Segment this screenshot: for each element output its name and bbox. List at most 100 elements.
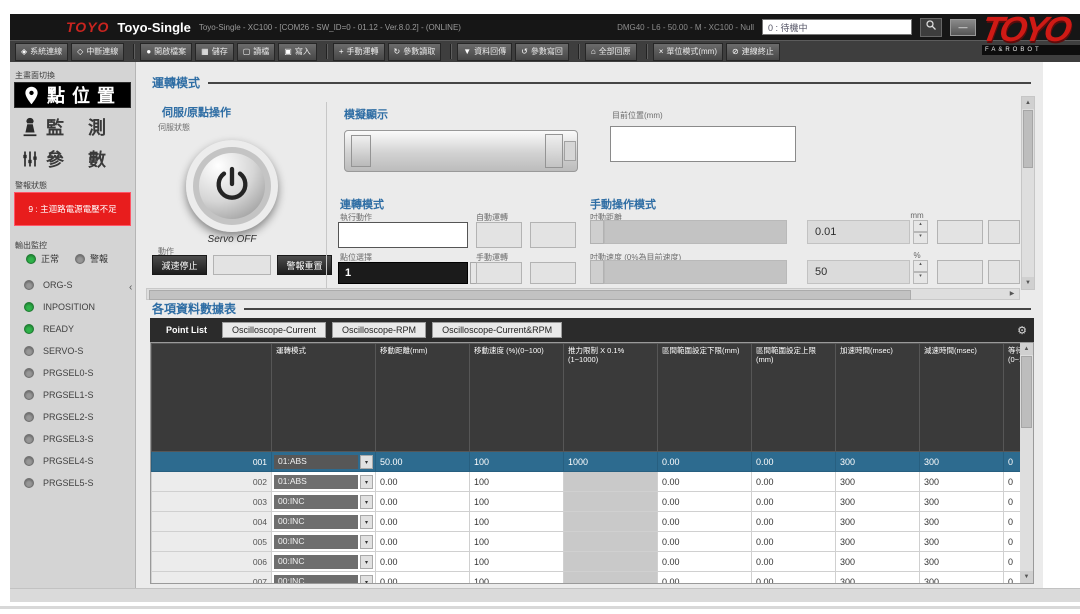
jog-distance-disabled-stepper[interactable] [590,220,604,244]
auto-run-button-1[interactable] [476,222,522,248]
table-scrollbar[interactable]: ▲ ▼ [1020,343,1033,583]
speed-cell[interactable]: 100 [470,532,564,552]
scrollbar-thumb[interactable] [149,290,911,300]
toolbar-button[interactable]: ▣ 寫入 [278,43,317,61]
mode-dropdown[interactable]: 01:ABS [274,475,358,489]
tab[interactable]: Point List [157,323,216,337]
scroll-down-icon[interactable]: ▼ [1022,277,1034,289]
mode-dropdown-arrow-icon[interactable] [360,575,373,584]
mode-dropdown[interactable]: 00:INC [274,535,358,549]
spin-down-icon[interactable]: ▾ [913,272,928,284]
accel-cell[interactable]: 300 [836,472,920,492]
scroll-right-icon[interactable]: ▶ [1006,289,1018,299]
table-row[interactable]: 007 00:INC 0.00 100 0.00 0.0 [152,572,1035,584]
accel-cell[interactable]: 300 [836,452,920,472]
current-position-field[interactable] [610,126,796,162]
toolbar-button[interactable]: ↺ 參數寫回 [515,43,569,61]
jog-distance-spinner[interactable]: ▴ ▾ [913,220,928,244]
servo-power-button[interactable] [186,140,278,232]
mode-dropdown-arrow-icon[interactable] [360,535,373,549]
decel-cell[interactable]: 300 [920,472,1004,492]
toolbar-button[interactable]: ⊘ 連線終止 [726,43,780,61]
gear-icon[interactable]: ⚙ [1017,324,1027,337]
mode-cell[interactable]: 00:INC [272,492,376,512]
decel-cell[interactable]: 300 [920,452,1004,472]
scroll-up-icon[interactable]: ▲ [1020,343,1033,355]
tab[interactable]: Oscilloscope-Current&RPM [432,322,562,338]
mode-dropdown[interactable]: 00:INC [274,575,358,584]
range-low-cell[interactable]: 0.00 [658,532,752,552]
scrollbar-thumb[interactable] [1023,110,1033,168]
range-low-cell[interactable]: 0.00 [658,552,752,572]
accel-cell[interactable]: 300 [836,572,920,584]
thrust-cell[interactable] [564,572,658,584]
decel-cell[interactable]: 300 [920,492,1004,512]
range-high-cell[interactable]: 0.00 [752,532,836,552]
speed-cell[interactable]: 100 [470,452,564,472]
thrust-cell[interactable] [564,512,658,532]
range-low-cell[interactable]: 0.00 [658,492,752,512]
tab[interactable]: Oscilloscope-RPM [332,322,426,338]
range-high-cell[interactable]: 0.00 [752,492,836,512]
exec-action-field[interactable] [338,222,468,248]
jog-speed-minus-button[interactable] [937,260,983,284]
manual-run-button-2[interactable] [530,262,576,284]
toolbar-button[interactable]: ◈ 系統連線 [15,43,68,61]
thrust-cell[interactable] [564,552,658,572]
mode-dropdown-arrow-icon[interactable] [360,515,373,529]
speed-cell[interactable]: 100 [470,512,564,532]
thrust-cell[interactable]: 1000 [564,452,658,472]
point-select-dropdown[interactable]: 1 [338,262,468,284]
distance-cell[interactable]: 0.00 [376,572,470,584]
mode-cell[interactable]: 01:ABS [272,472,376,492]
range-low-cell[interactable]: 0.00 [658,472,752,492]
toolbar-button[interactable]: ▦ 儲存 [195,43,234,61]
sidebar-item-parameters[interactable]: 參數 [14,146,131,172]
auto-run-button-2[interactable] [530,222,576,248]
tab[interactable]: Oscilloscope-Current [222,322,326,338]
toolbar-button[interactable]: × 單位模式(mm) [653,43,723,61]
distance-cell[interactable]: 0.00 [376,552,470,572]
range-high-cell[interactable]: 0.00 [752,452,836,472]
jog-distance-field[interactable]: 0.01 [807,220,910,244]
minimize-button[interactable]: — [950,19,976,36]
distance-cell[interactable]: 0.00 [376,532,470,552]
table-row[interactable]: 006 00:INC 0.00 100 0.00 0.0 [152,552,1035,572]
jog-speed-spinner[interactable]: ▴ ▾ [913,260,928,284]
toolbar-button[interactable]: ▼ 資料回傳 [457,43,512,61]
scroll-up-icon[interactable]: ▲ [1022,97,1034,109]
mode-dropdown-arrow-icon[interactable] [360,455,373,469]
toolbar-button[interactable]: + 手動運轉 [333,43,385,61]
range-low-cell[interactable]: 0.00 [658,572,752,584]
table-row[interactable]: 003 00:INC 0.00 100 0.00 0.0 [152,492,1035,512]
table-row[interactable]: 001 01:ABS 50.00 100 1000 0.00 [152,452,1035,472]
spin-up-icon[interactable]: ▴ [913,220,928,232]
mode-cell[interactable]: 00:INC [272,552,376,572]
range-high-cell[interactable]: 0.00 [752,472,836,492]
range-low-cell[interactable]: 0.00 [658,452,752,472]
jog-speed-plus-button[interactable] [988,260,1020,284]
mode-cell[interactable]: 00:INC [272,532,376,552]
toolbar-button[interactable]: ⌂ 全部回原 [585,43,637,61]
vertical-scrollbar[interactable]: ▲ ▼ [1021,96,1035,290]
jog-distance-plus-button[interactable] [988,220,1020,244]
search-button[interactable] [920,18,942,37]
toolbar-button[interactable]: ↻ 參數讀取 [388,43,442,61]
table-row[interactable]: 004 00:INC 0.00 100 0.00 0.0 [152,512,1035,532]
alarm-reset-button[interactable]: 警報重置 [277,255,332,275]
thrust-cell[interactable] [564,492,658,512]
decel-cell[interactable]: 300 [920,552,1004,572]
accel-cell[interactable]: 300 [836,552,920,572]
speed-cell[interactable]: 100 [470,472,564,492]
accel-cell[interactable]: 300 [836,492,920,512]
scrollbar-thumb[interactable] [1021,356,1032,428]
mode-dropdown[interactable]: 01:ABS [274,455,358,469]
toolbar-button[interactable]: ◇ 中斷連線 [71,43,124,61]
speed-cell[interactable]: 100 [470,492,564,512]
distance-cell[interactable]: 0.00 [376,492,470,512]
mode-cell[interactable]: 00:INC [272,572,376,584]
mode-cell[interactable]: 01:ABS [272,452,376,472]
scroll-down-icon[interactable]: ▼ [1020,571,1033,583]
decel-cell[interactable]: 300 [920,572,1004,584]
sidebar-collapse-handle[interactable]: ‹ [129,282,132,293]
